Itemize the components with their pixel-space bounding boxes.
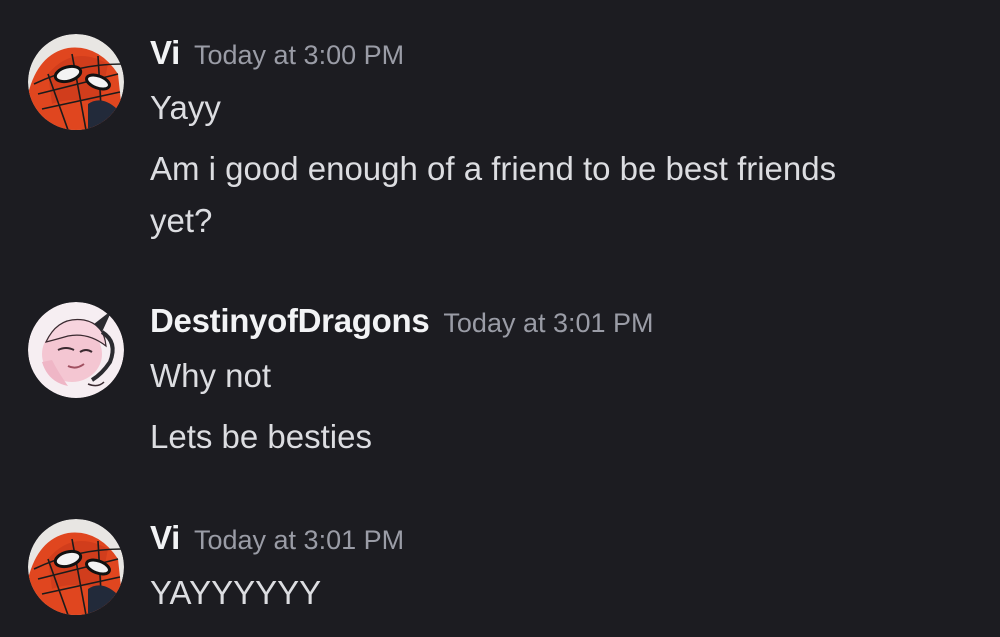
pink-demon-avatar-icon[interactable] [28,302,124,398]
message-group: Vi Today at 3:00 PM Yayy Am i good enough… [0,34,1000,244]
spiderman-avatar-icon[interactable] [28,519,124,615]
timestamp[interactable]: Today at 3:01 PM [443,308,653,338]
username[interactable]: DestinyofDragons [150,302,430,339]
chat-message-list: Vi Today at 3:00 PM Yayy Am i good enough… [0,0,1000,637]
message-group: DestinyofDragons Today at 3:01 PM Why not… [0,302,1000,472]
message-header: Vi Today at 3:01 PM [150,519,404,557]
message-text: Lets be besties [150,418,372,455]
message-text: Am i good enough of a friend to be best … [150,150,837,187]
message-group: Vi Today at 3:01 PM YAYYYYYY [0,519,1000,629]
message-header: Vi Today at 3:00 PM [150,34,404,72]
message-text: YAYYYYYY [150,574,322,611]
username[interactable]: Vi [150,519,180,556]
message-text: Why not [150,357,272,394]
message-text: Yayy [150,89,221,126]
message-text: yet? [150,202,213,239]
timestamp[interactable]: Today at 3:01 PM [194,525,404,555]
spiderman-avatar-icon[interactable] [28,34,124,130]
timestamp[interactable]: Today at 3:00 PM [194,40,404,70]
message-header: DestinyofDragons Today at 3:01 PM [150,302,654,340]
username[interactable]: Vi [150,34,180,71]
